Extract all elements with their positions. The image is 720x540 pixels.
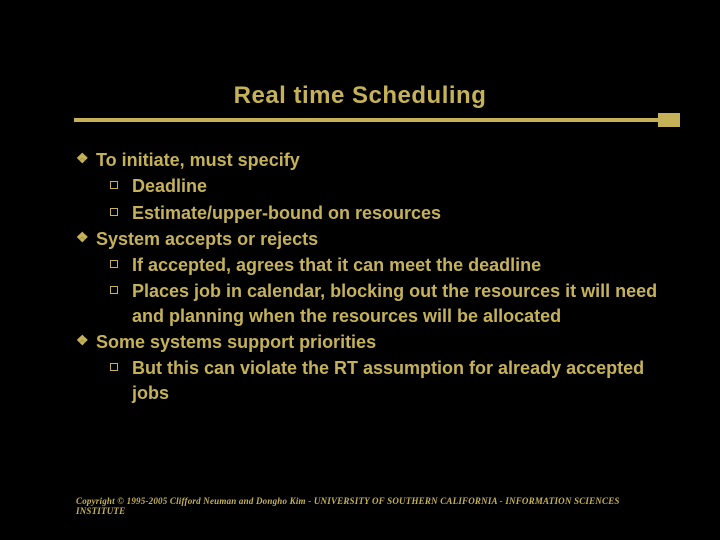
bullet-text: To initiate, must specify — [96, 150, 300, 170]
bullet-level2: If accepted, agrees that it can meet the… — [76, 253, 670, 277]
slide-title: Real time Scheduling — [0, 82, 720, 110]
bullet-text: Estimate/upper-bound on resources — [132, 203, 441, 223]
bullet-text: But this can violate the RT assumption f… — [132, 358, 644, 402]
bullet-text: Places job in calendar, blocking out the… — [132, 281, 657, 325]
bullet-level1: System accepts or rejects — [76, 227, 670, 251]
bullet-text: Some systems support priorities — [96, 332, 376, 352]
title-underline-cap — [658, 113, 680, 127]
bullet-level2: But this can violate the RT assumption f… — [76, 356, 670, 405]
bullet-text: System accepts or rejects — [96, 229, 318, 249]
bullet-level1: To initiate, must specify — [76, 148, 670, 172]
bullet-level2: Estimate/upper-bound on resources — [76, 201, 670, 225]
slide-body: To initiate, must specify Deadline Estim… — [76, 148, 670, 407]
copyright-footer: Copyright © 1995-2005 Clifford Neuman an… — [76, 496, 670, 516]
bullet-level2: Deadline — [76, 174, 670, 198]
bullet-text: If accepted, agrees that it can meet the… — [132, 255, 541, 275]
title-underline — [74, 118, 680, 122]
bullet-text: Deadline — [132, 176, 207, 196]
bullet-level2: Places job in calendar, blocking out the… — [76, 279, 670, 328]
slide: Real time Scheduling To initiate, must s… — [0, 0, 720, 540]
bullet-level1: Some systems support priorities — [76, 330, 670, 354]
